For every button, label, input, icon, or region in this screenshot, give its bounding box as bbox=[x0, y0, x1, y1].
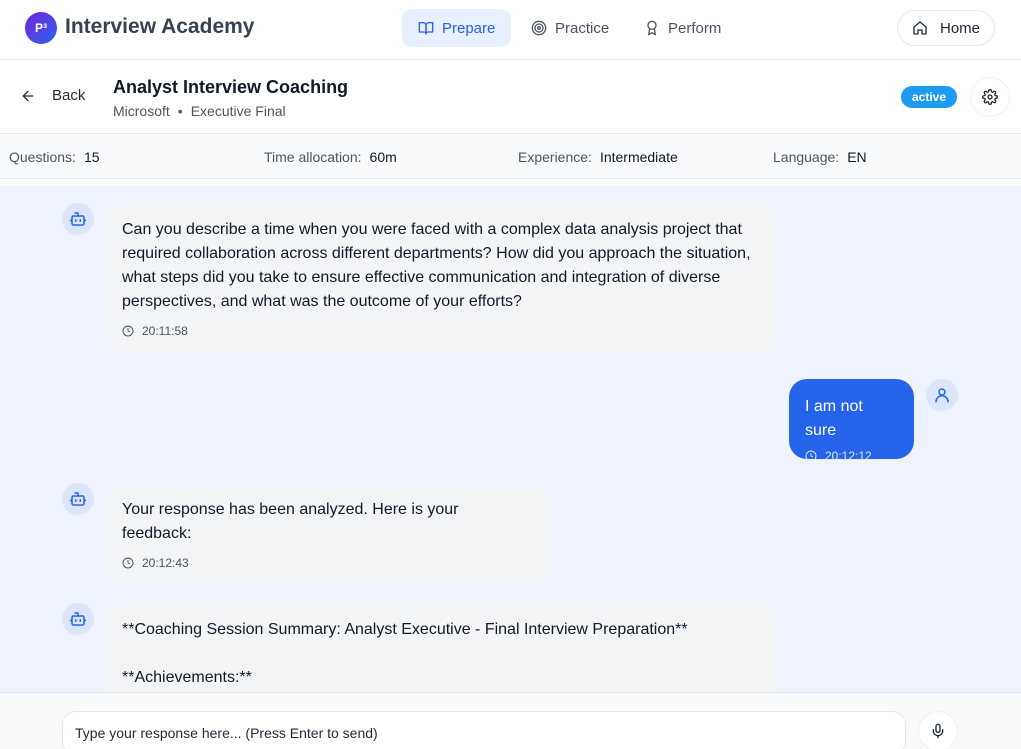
tab-perform[interactable]: Perform bbox=[628, 9, 737, 47]
target-icon bbox=[531, 20, 547, 36]
user-icon bbox=[935, 388, 949, 403]
interview-round: Executive Final bbox=[190, 103, 286, 119]
bot-message: **Coaching Session Summary: Analyst Exec… bbox=[106, 604, 778, 692]
tab-prepare[interactable]: Prepare bbox=[402, 9, 512, 47]
book-open-icon bbox=[418, 22, 434, 35]
stat-questions: Questions: 15 bbox=[9, 149, 100, 165]
tab-perform-label: Perform bbox=[668, 19, 722, 37]
clock-icon bbox=[122, 325, 134, 337]
bot-message: Can you describe a time when you were fa… bbox=[106, 204, 778, 352]
message-timestamp: 20:11:58 bbox=[122, 324, 762, 338]
response-input[interactable] bbox=[62, 711, 906, 749]
stat-time-value: 60m bbox=[369, 149, 397, 165]
stat-time: Time allocation: 60m bbox=[264, 149, 397, 165]
stat-language: Language: EN bbox=[773, 149, 867, 165]
settings-button[interactable] bbox=[970, 77, 1010, 117]
bot-avatar bbox=[62, 483, 94, 515]
message-text: I am not sure bbox=[805, 398, 863, 439]
stat-experience-label: Experience: bbox=[518, 149, 592, 165]
stat-language-label: Language: bbox=[773, 149, 840, 165]
tab-prepare-label: Prepare bbox=[442, 19, 496, 37]
stat-experience: Experience: Intermediate bbox=[518, 149, 678, 165]
status-badge: active bbox=[901, 86, 958, 108]
message-timestamp: 20:12:43 bbox=[122, 556, 532, 570]
microphone-button[interactable] bbox=[918, 711, 958, 749]
stat-questions-value: 15 bbox=[83, 149, 100, 165]
stat-language-value: EN bbox=[847, 149, 867, 165]
composer-bar bbox=[0, 692, 1021, 749]
company-name: Microsoft bbox=[113, 103, 170, 119]
tab-practice[interactable]: Practice bbox=[515, 9, 625, 47]
timestamp-text: 20:12:43 bbox=[142, 556, 189, 570]
session-title: Analyst Interview Coaching bbox=[113, 77, 349, 97]
session-stats-bar: Questions: 15 Time allocation: 60m Exper… bbox=[0, 133, 1021, 179]
session-subtitle: Microsoft • Executive Final bbox=[113, 103, 286, 119]
bot-icon bbox=[69, 212, 87, 226]
bot-message: Your response has been analyzed. Here is… bbox=[106, 484, 548, 584]
message-text: Can you describe a time when you were fa… bbox=[122, 221, 751, 310]
tab-practice-label: Practice bbox=[555, 19, 610, 37]
app-title: Interview Academy bbox=[65, 15, 255, 38]
stat-time-label: Time allocation: bbox=[264, 149, 362, 165]
gear-icon bbox=[982, 89, 998, 105]
timestamp-text: 20:11:58 bbox=[142, 324, 188, 338]
bot-icon bbox=[69, 492, 87, 506]
message-text: Your response has been analyzed. Here is… bbox=[122, 501, 459, 542]
award-icon bbox=[647, 20, 657, 36]
session-header: Back Analyst Interview Coaching Microsof… bbox=[0, 61, 1021, 133]
subtitle-separator: • bbox=[177, 103, 183, 119]
message-text-continued: **Achievements:** bbox=[122, 669, 252, 686]
bot-icon bbox=[69, 612, 87, 626]
chat-area[interactable]: Can you describe a time when you were fa… bbox=[0, 186, 1021, 692]
message-timestamp: 20:12:12 bbox=[805, 449, 898, 463]
back-button[interactable]: Back bbox=[20, 87, 85, 104]
app-logo[interactable]: P³ bbox=[25, 12, 57, 44]
clock-icon bbox=[805, 450, 817, 462]
home-button[interactable]: Home bbox=[896, 10, 995, 46]
arrow-left-icon bbox=[22, 90, 34, 101]
stat-experience-value: Intermediate bbox=[599, 149, 678, 165]
microphone-icon bbox=[932, 723, 944, 739]
home-label: Home bbox=[939, 19, 980, 37]
timestamp-text: 20:12:12 bbox=[825, 449, 872, 463]
bot-avatar bbox=[62, 203, 94, 235]
stat-questions-label: Questions: bbox=[9, 149, 76, 165]
home-icon bbox=[913, 21, 927, 35]
back-label: Back bbox=[52, 87, 86, 104]
user-avatar bbox=[926, 379, 958, 411]
user-message: I am not sure 20:12:12 bbox=[789, 379, 914, 463]
bot-avatar bbox=[62, 603, 94, 635]
message-text: **Coaching Session Summary: Analyst Exec… bbox=[122, 621, 688, 638]
clock-icon bbox=[122, 557, 134, 569]
top-navbar: P³ Interview Academy Prepare Practice Pe… bbox=[0, 0, 1021, 60]
